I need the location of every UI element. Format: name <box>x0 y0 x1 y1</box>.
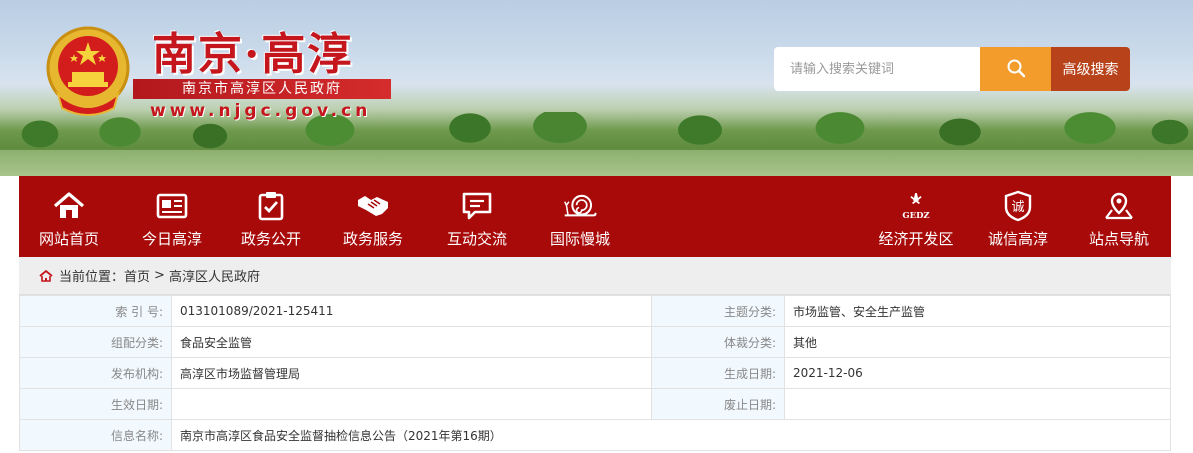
nav-item-home[interactable]: 网站首页 <box>19 176 119 257</box>
name-value: 南京市高淳区食品安全监督抽检信息公告（2021年第16期） <box>171 419 1171 451</box>
nav-item-site-nav[interactable]: 站点导航 <box>1069 176 1169 257</box>
index-no-value: 013101089/2021-125411 <box>171 295 652 327</box>
nav-item-gov-service[interactable]: 政务服务 <box>323 176 423 257</box>
expired-value <box>784 388 1171 420</box>
advanced-search-button[interactable]: 高级搜索 <box>1051 47 1130 91</box>
index-no-label: 索 引 号: <box>19 295 172 327</box>
location-pin-icon <box>1102 190 1136 222</box>
publisher-label: 发布机构: <box>19 357 172 389</box>
topic-label: 主题分类: <box>651 295 785 327</box>
table-row: 组配分类: 食品安全监管 体裁分类: 其他 <box>19 326 1171 358</box>
gedz-logo-icon: GEDZ <box>899 190 933 222</box>
org-category-label: 组配分类: <box>19 326 172 358</box>
table-row: 信息名称: 南京市高淳区食品安全监督抽检信息公告（2021年第16期） <box>19 419 1171 451</box>
nav-item-dev-zone[interactable]: GEDZ 经济开发区 <box>866 176 966 257</box>
nav-item-label: 国际慢城 <box>549 230 610 248</box>
genre-label: 体裁分类: <box>651 326 785 358</box>
site-domain: www.njgc.gov.cn <box>150 101 372 121</box>
table-row: 索 引 号: 013101089/2021-125411 主题分类: 市场监管、… <box>19 295 1171 327</box>
integrity-badge-icon: 诚 <box>1001 190 1035 222</box>
site-subtitle: 南京市高淳区人民政府 <box>133 79 391 99</box>
nav-item-interaction[interactable]: 互动交流 <box>427 176 527 257</box>
breadcrumb-separator: > <box>154 268 165 283</box>
snail-icon <box>563 190 597 222</box>
nav-item-label: 互动交流 <box>446 230 507 248</box>
chat-icon <box>460 190 494 222</box>
breadcrumb-link-home[interactable]: 首页 <box>124 266 150 285</box>
breadcrumb-prefix: 当前位置： <box>59 270 125 285</box>
breadcrumb: 当前位置： 首页 > 高淳区人民政府 <box>19 257 1171 295</box>
nav-item-label: 经济开发区 <box>878 230 954 248</box>
org-category-value: 食品安全监管 <box>171 326 652 358</box>
topic-value: 市场监管、安全生产监管 <box>784 295 1171 327</box>
publisher-value: 高淳区市场监督管理局 <box>171 357 652 389</box>
main-nav: 网站首页 今日高淳 政务公开 政务服务 互动交流 国际慢城 GEDZ 经济开发区… <box>19 176 1171 257</box>
created-label: 生成日期: <box>651 357 785 389</box>
created-value: 2021-12-06 <box>784 357 1171 389</box>
expired-label: 废止日期: <box>651 388 785 420</box>
nav-item-label: 网站首页 <box>38 230 99 248</box>
document-info-table: 索 引 号: 013101089/2021-125411 主题分类: 市场监管、… <box>19 295 1171 451</box>
search-input[interactable] <box>774 47 980 91</box>
nav-item-label: 诚信高淳 <box>987 230 1048 248</box>
national-emblem-icon[interactable] <box>44 24 132 120</box>
breadcrumb-home-icon <box>39 269 53 283</box>
home-icon <box>52 190 86 222</box>
breadcrumb-link-district-gov[interactable]: 高淳区人民政府 <box>169 266 260 285</box>
table-row: 生效日期: 废止日期: <box>19 388 1171 420</box>
handshake-icon <box>356 190 390 222</box>
newspaper-icon <box>155 190 189 222</box>
effective-value <box>171 388 652 420</box>
checklist-icon <box>254 190 288 222</box>
genre-value: 其他 <box>784 326 1171 358</box>
nav-item-label: 今日高淳 <box>141 230 202 248</box>
banner-water <box>0 150 1193 176</box>
gedz-logo-text: GEDZ <box>902 211 929 221</box>
site-title[interactable]: 南京·高淳 <box>152 18 353 82</box>
search-icon <box>1006 58 1026 81</box>
nav-item-label: 政务公开 <box>240 230 301 248</box>
effective-label: 生效日期: <box>19 388 172 420</box>
header-banner: 南京·高淳 南京市高淳区人民政府 www.njgc.gov.cn 高级搜索 <box>0 0 1193 176</box>
nav-item-gov-open[interactable]: 政务公开 <box>221 176 321 257</box>
integrity-badge-text: 诚 <box>1011 200 1024 215</box>
table-row: 发布机构: 高淳区市场监督管理局 生成日期: 2021-12-06 <box>19 357 1171 389</box>
name-label: 信息名称: <box>19 419 172 451</box>
nav-item-integrity[interactable]: 诚 诚信高淳 <box>968 176 1068 257</box>
nav-item-today[interactable]: 今日高淳 <box>122 176 222 257</box>
search-button[interactable] <box>980 47 1051 91</box>
nav-item-label: 政务服务 <box>342 230 403 248</box>
nav-item-slow-city[interactable]: 国际慢城 <box>530 176 630 257</box>
nav-item-label: 站点导航 <box>1088 230 1149 248</box>
